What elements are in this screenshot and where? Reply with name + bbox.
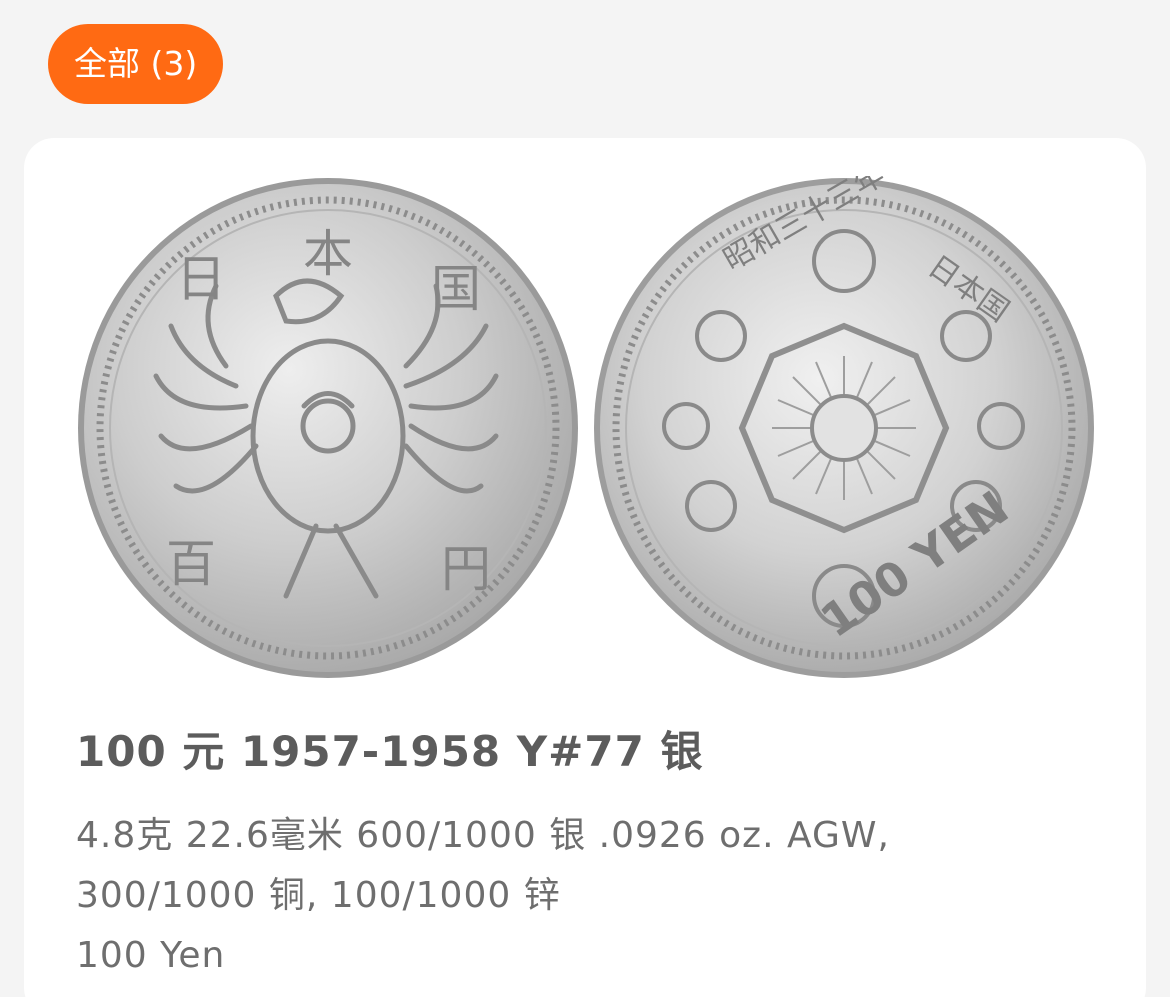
obverse-char-5: 円 bbox=[441, 540, 491, 598]
filter-all-label: 全部 (3) bbox=[74, 44, 198, 83]
coin-spec-line: 300/1000 铜, 100/1000 锌 bbox=[76, 875, 561, 916]
coin-specs: 4.8克 22.6毫米 600/1000 银 .0926 oz. AGW, 30… bbox=[76, 806, 1076, 986]
coin-image-pair[interactable]: 日 本 国 百 円 昭和三十三年 日本国 100 YEN bbox=[76, 176, 1096, 696]
filter-all-button[interactable]: 全部 (3) bbox=[48, 24, 224, 104]
coin-photo: 日 本 国 百 円 昭和三十三年 日本国 100 YEN bbox=[78, 176, 1094, 678]
coin-card[interactable]: 日 本 国 百 円 昭和三十三年 日本国 100 YEN 100 元 1957-… bbox=[24, 138, 1146, 997]
obverse-char-2: 本 bbox=[303, 225, 353, 283]
coin-title: 100 元 1957-1958 Y#77 银 bbox=[76, 727, 704, 776]
obverse-char-1: 日 bbox=[176, 250, 226, 308]
coin-reverse: 昭和三十三年 日本国 100 YEN bbox=[594, 176, 1094, 678]
coin-spec-line: 4.8克 22.6毫米 600/1000 银 .0926 oz. AGW, bbox=[76, 815, 890, 856]
coin-list-page: 全部 (3) 日 本 国 百 円 昭和三十三年 日本国 100 YEN 100 … bbox=[0, 0, 1170, 997]
obverse-char-3: 国 bbox=[431, 260, 481, 318]
coin-english-name: 100 Yen bbox=[76, 935, 226, 976]
coin-obverse: 日 本 国 百 円 bbox=[78, 178, 578, 678]
obverse-char-4: 百 bbox=[166, 535, 216, 593]
